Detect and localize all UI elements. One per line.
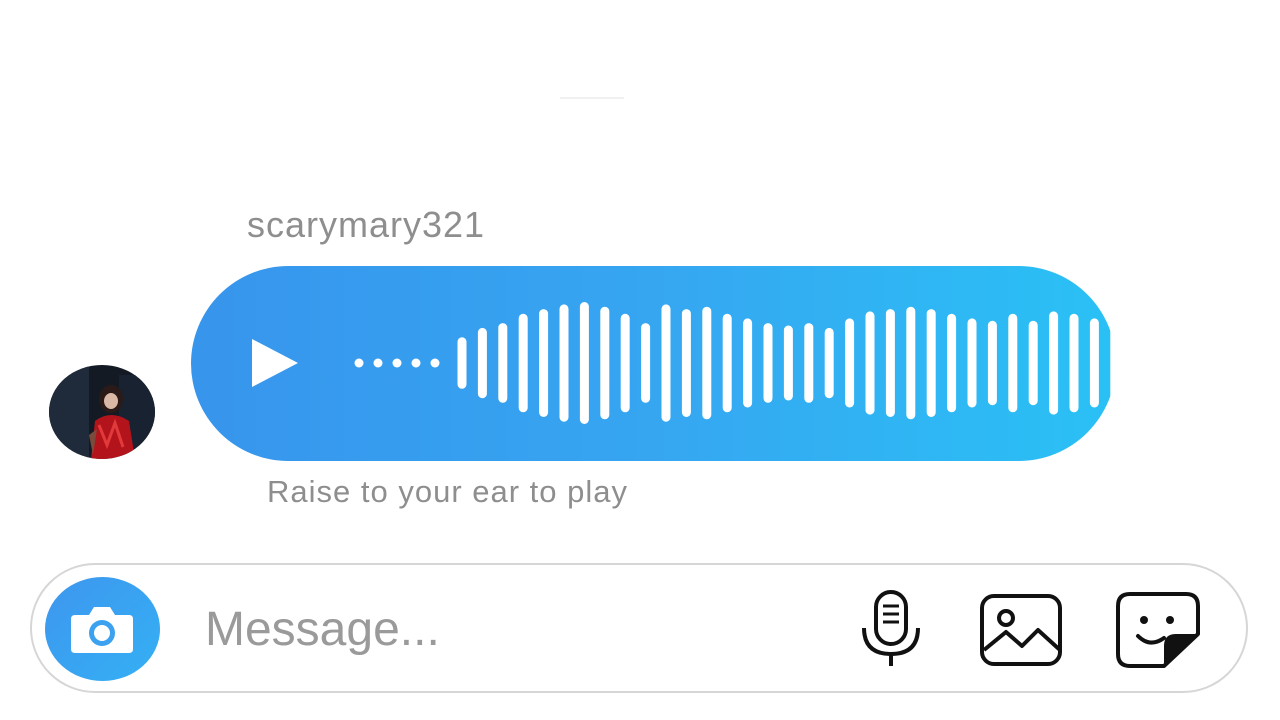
- direct-message-thread: scarymary321 Raise to your ear to play: [0, 0, 1280, 720]
- voice-message-bubble[interactable]: [191, 266, 1116, 461]
- camera-icon: [71, 607, 133, 653]
- typing-indicator: [560, 97, 624, 99]
- camera-button[interactable]: [45, 577, 160, 681]
- avatar-image: [49, 365, 155, 459]
- message-input[interactable]: [205, 596, 805, 662]
- sticker-icon[interactable]: [1114, 590, 1202, 670]
- sender-username: scarymary321: [247, 204, 486, 245]
- sender-avatar[interactable]: [49, 365, 155, 459]
- voice-message-hint: Raise to your ear to play: [267, 474, 629, 509]
- gallery-icon[interactable]: [978, 592, 1064, 668]
- microphone-icon[interactable]: [858, 590, 924, 670]
- play-icon[interactable]: [246, 333, 306, 393]
